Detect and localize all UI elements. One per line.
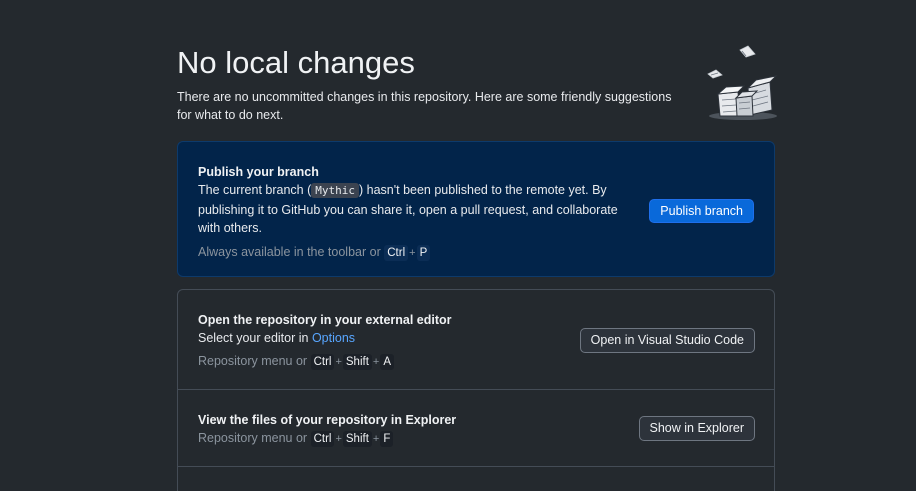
next-suggestion-row <box>178 467 774 491</box>
open-editor-content: Open the repository in your external edi… <box>198 312 618 371</box>
publish-branch-description: The current branch (Mythic) hasn't been … <box>198 181 638 238</box>
shortcut-key: F <box>380 431 394 447</box>
shortcut-plus: + <box>409 246 416 259</box>
show-in-explorer-hint-prefix: Repository menu or <box>198 431 308 445</box>
publish-branch-button[interactable]: Publish branch <box>649 199 754 223</box>
shortcut-key: Ctrl <box>384 244 409 261</box>
publish-hint-prefix: Always available in the toolbar or <box>198 244 381 259</box>
open-in-editor-button[interactable]: Open in Visual Studio Code <box>579 328 755 353</box>
open-editor-hint-prefix: Repository menu or <box>198 353 308 368</box>
header: No local changes There are no uncommitte… <box>177 44 687 124</box>
show-in-explorer-button[interactable]: Show in Explorer <box>638 416 755 441</box>
shortcut-plus: + <box>372 433 380 445</box>
app-window: No local changes There are no uncommitte… <box>0 0 916 491</box>
show-in-explorer-shortcut-hint: Repository menu or Ctrl + Shift + F <box>198 429 618 448</box>
shortcut-plus: + <box>335 433 342 445</box>
shortcut-plus: + <box>335 355 342 368</box>
shortcut-plus: + <box>372 355 380 368</box>
suggestions-list: Open the repository in your external edi… <box>177 289 775 491</box>
empty-boxes-illustration-icon <box>700 44 780 122</box>
shortcut-key: Shift <box>342 431 372 447</box>
open-editor-text: Select your editor in <box>198 331 312 345</box>
show-in-explorer-title: View the files of your repository in Exp… <box>198 413 457 427</box>
page-title: No local changes <box>177 45 415 80</box>
publish-text-before: The current branch ( <box>198 183 312 197</box>
publish-shortcut-hint: Always available in the toolbar or Ctrl +… <box>198 243 638 262</box>
open-editor-suggestion: Open the repository in your external edi… <box>178 290 774 390</box>
shortcut-key: Ctrl <box>310 431 335 447</box>
page-subtitle: There are no uncommitted changes in this… <box>177 90 672 122</box>
shortcut-key: A <box>380 353 395 370</box>
publish-branch-card: Publish your branch The current branch (… <box>177 141 775 277</box>
shortcut-key: P <box>416 244 431 261</box>
shortcut-key: Shift <box>342 353 372 370</box>
open-editor-shortcut-hint: Repository menu or Ctrl + Shift + A <box>198 352 618 371</box>
show-in-explorer-content: View the files of your repository in Exp… <box>198 412 618 448</box>
show-in-explorer-suggestion: View the files of your repository in Exp… <box>178 390 774 467</box>
branch-name-chip: Mythic <box>311 183 359 198</box>
open-editor-description: Select your editor in Options <box>198 329 618 348</box>
options-link[interactable]: Options <box>312 331 355 345</box>
publish-branch-content: Publish your branch The current branch (… <box>198 164 638 262</box>
shortcut-key: Ctrl <box>310 353 335 370</box>
open-editor-title: Open the repository in your external edi… <box>198 313 452 327</box>
publish-branch-title: Publish your branch <box>198 165 319 179</box>
